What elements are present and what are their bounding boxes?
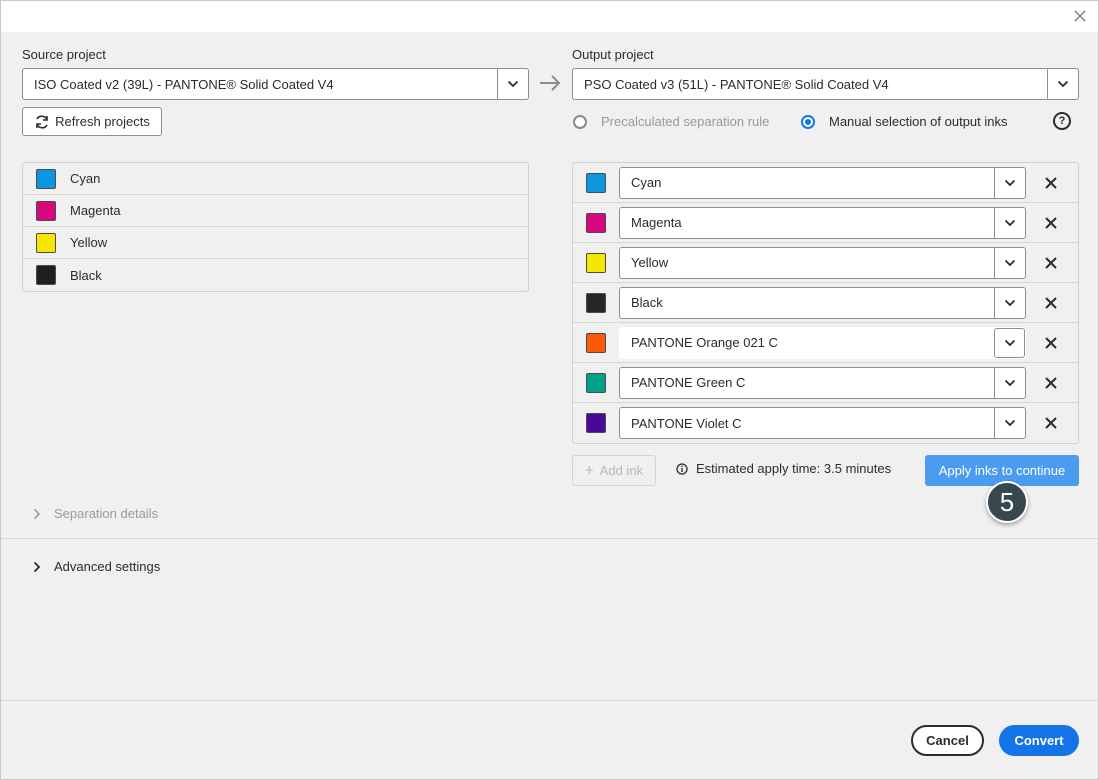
- swatch-black: [36, 265, 56, 285]
- remove-ink-icon[interactable]: [1039, 251, 1063, 275]
- radio-icon: [573, 114, 587, 129]
- ink-name: Magenta: [70, 203, 121, 218]
- help-icon[interactable]: ?: [1053, 112, 1071, 130]
- refresh-icon: [34, 114, 50, 130]
- radio-manual-selection[interactable]: Manual selection of output inks: [801, 114, 1008, 129]
- source-project-label: Source project: [22, 47, 106, 62]
- ink-select[interactable]: Cyan: [619, 166, 1026, 199]
- list-item: Cyan: [573, 163, 1078, 203]
- ink-select-value: Yellow: [631, 255, 669, 270]
- ink-select[interactable]: Black: [619, 286, 1026, 319]
- advanced-settings-expander[interactable]: Advanced settings: [33, 559, 160, 574]
- add-ink-button[interactable]: + Add ink: [572, 455, 656, 486]
- add-ink-label: Add ink: [599, 463, 644, 478]
- ink-select[interactable]: Yellow: [619, 246, 1026, 279]
- advanced-settings-label: Advanced settings: [54, 559, 161, 574]
- refresh-projects-label: Refresh projects: [55, 114, 150, 129]
- chevron-down-icon[interactable]: [994, 408, 1025, 438]
- radio-precalculated-separation-rule[interactable]: Precalculated separation rule: [573, 114, 769, 129]
- divider: [1, 538, 1098, 539]
- chevron-right-icon: [33, 508, 41, 520]
- ink-name: Yellow: [70, 235, 108, 250]
- list-item: Yellow: [573, 243, 1078, 283]
- chevron-down-icon[interactable]: [994, 207, 1025, 238]
- convert-button[interactable]: Convert: [999, 725, 1079, 756]
- swatch-pantone-orange: [586, 332, 606, 353]
- swatch-magenta: [36, 200, 56, 221]
- list-item: Black: [573, 283, 1078, 323]
- ink-select[interactable]: PANTONE Green C: [619, 366, 1026, 399]
- ink-select-value: PANTONE Orange 021 C: [631, 335, 778, 350]
- swatch-pantone-green: [586, 372, 606, 393]
- swatch-black: [586, 292, 606, 313]
- chevron-right-icon: [33, 561, 41, 573]
- estimate-text: Estimated apply time: 3.5 minutes: [696, 461, 892, 476]
- output-project-label: Output project: [572, 47, 654, 62]
- remove-ink-icon[interactable]: [1039, 291, 1063, 315]
- cancel-button[interactable]: Cancel: [911, 725, 984, 756]
- list-item: Yellow: [23, 227, 528, 259]
- remove-ink-icon[interactable]: [1039, 371, 1063, 395]
- convert-dialog: Source project ISO Coated v2 (39L) - PAN…: [0, 0, 1099, 780]
- swatch-cyan: [36, 168, 56, 189]
- chevron-down-icon[interactable]: [994, 247, 1025, 278]
- list-item: Black: [23, 259, 528, 291]
- step-badge: 5: [986, 481, 1028, 523]
- ink-select[interactable]: Magenta: [619, 206, 1026, 239]
- list-item: Cyan: [23, 163, 528, 195]
- info-icon: [676, 462, 688, 475]
- plus-icon: +: [584, 462, 594, 479]
- output-ink-list: Cyan Magenta Yellow Black PANTONE Orange…: [572, 162, 1079, 444]
- separation-details-expander[interactable]: Separation details: [33, 506, 158, 521]
- remove-ink-icon[interactable]: [1039, 171, 1063, 195]
- title-bar: [1, 1, 1098, 32]
- source-ink-list: Cyan Magenta Yellow Black: [22, 162, 529, 292]
- ink-select[interactable]: PANTONE Orange 021 C: [619, 326, 1026, 359]
- swatch-yellow: [36, 232, 56, 253]
- swatch-cyan: [586, 172, 606, 193]
- chevron-down-icon[interactable]: [994, 287, 1025, 318]
- list-item: PANTONE Violet C: [573, 403, 1078, 443]
- refresh-projects-button[interactable]: Refresh projects: [22, 107, 162, 136]
- chevron-down-icon[interactable]: [994, 327, 1025, 358]
- ink-select-value: Black: [631, 295, 663, 310]
- list-item: PANTONE Green C: [573, 363, 1078, 403]
- footer-divider: [1, 700, 1098, 701]
- radio-icon: [801, 114, 815, 129]
- output-project-value: PSO Coated v3 (51L) - PANTONE® Solid Coa…: [584, 76, 889, 92]
- chevron-down-icon[interactable]: [994, 367, 1025, 398]
- close-icon[interactable]: [1070, 6, 1090, 26]
- arrow-right-icon: [539, 74, 561, 95]
- chevron-down-icon[interactable]: [994, 167, 1025, 198]
- remove-ink-icon[interactable]: [1039, 331, 1063, 355]
- ink-select-value: PANTONE Violet C: [631, 415, 742, 431]
- remove-ink-icon[interactable]: [1039, 411, 1063, 435]
- output-project-select[interactable]: PSO Coated v3 (51L) - PANTONE® Solid Coa…: [572, 68, 1079, 100]
- ink-select-value: PANTONE Green C: [631, 375, 746, 390]
- list-item: Magenta: [23, 195, 528, 227]
- remove-ink-icon[interactable]: [1039, 211, 1063, 235]
- estimate-info: Estimated apply time: 3.5 minutes: [676, 461, 891, 476]
- ink-select-value: Cyan: [631, 175, 662, 190]
- ink-name: Black: [70, 267, 102, 283]
- swatch-magenta: [586, 212, 606, 233]
- radio-label: Manual selection of output inks: [829, 114, 1008, 129]
- swatch-pantone-violet: [586, 413, 606, 433]
- radio-label: Precalculated separation rule: [601, 114, 770, 129]
- chevron-down-icon[interactable]: [1047, 69, 1078, 99]
- swatch-yellow: [586, 252, 606, 273]
- list-item: Magenta: [573, 203, 1078, 243]
- list-item: PANTONE Orange 021 C: [573, 323, 1078, 363]
- separation-details-label: Separation details: [54, 506, 159, 521]
- source-project-value: ISO Coated v2 (39L) - PANTONE® Solid Coa…: [34, 76, 334, 92]
- ink-select-value: Magenta: [631, 215, 682, 230]
- ink-name: Cyan: [70, 171, 101, 186]
- source-project-select[interactable]: ISO Coated v2 (39L) - PANTONE® Solid Coa…: [22, 68, 529, 100]
- ink-select[interactable]: PANTONE Violet C: [619, 407, 1026, 439]
- chevron-down-icon[interactable]: [497, 69, 528, 99]
